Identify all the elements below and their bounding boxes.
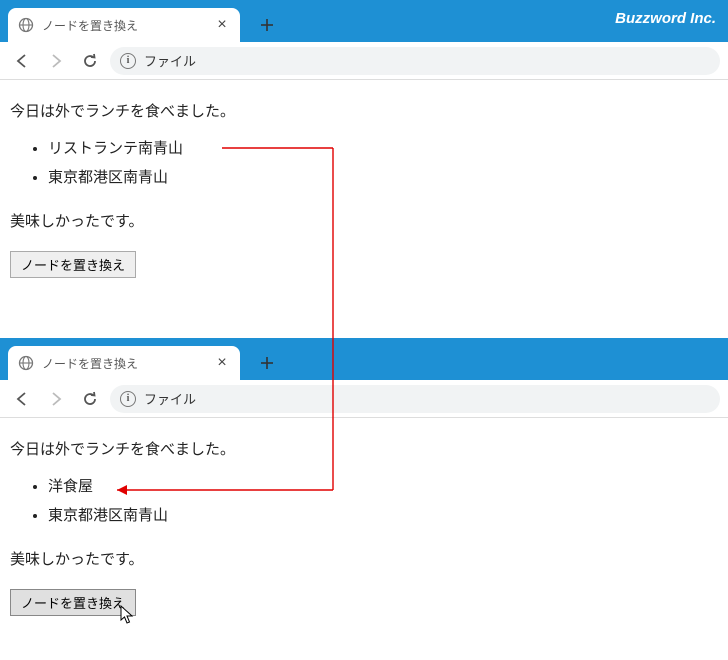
replace-node-button[interactable]: ノードを置き換え bbox=[10, 589, 136, 616]
paragraph-intro: 今日は外でランチを食べました。 bbox=[10, 436, 718, 463]
url-text: ファイル bbox=[144, 51, 196, 70]
paragraph-outro: 美味しかったです。 bbox=[10, 546, 718, 573]
list: 洋食屋 東京都港区南青山 bbox=[10, 473, 718, 530]
page-content: 今日は外でランチを食べました。 リストランテ南青山 東京都港区南青山 美味しかっ… bbox=[0, 80, 728, 297]
browser-window-before: ノードを置き換え × Buzzword Inc. i ファイル 今日は外でランチ… bbox=[0, 0, 728, 297]
new-tab-button[interactable] bbox=[252, 348, 282, 378]
close-icon[interactable]: × bbox=[214, 17, 230, 33]
url-bar[interactable]: i ファイル bbox=[110, 47, 720, 75]
back-button[interactable] bbox=[8, 385, 36, 413]
forward-button[interactable] bbox=[42, 385, 70, 413]
info-icon: i bbox=[120, 391, 136, 407]
info-icon: i bbox=[120, 53, 136, 69]
back-button[interactable] bbox=[8, 47, 36, 75]
url-text: ファイル bbox=[144, 389, 196, 408]
tab-title: ノードを置き換え bbox=[42, 355, 206, 372]
url-bar[interactable]: i ファイル bbox=[110, 385, 720, 413]
globe-icon bbox=[18, 355, 34, 371]
replace-node-button[interactable]: ノードを置き換え bbox=[10, 251, 136, 278]
tab-active[interactable]: ノードを置き換え × bbox=[8, 346, 240, 380]
tab-active[interactable]: ノードを置き換え × bbox=[8, 8, 240, 42]
reload-button[interactable] bbox=[76, 385, 104, 413]
paragraph-intro: 今日は外でランチを食べました。 bbox=[10, 98, 718, 125]
browser-window-after: ノードを置き換え × i ファイル 今日は外でランチを食べました。 洋食屋 東京… bbox=[0, 338, 728, 635]
titlebar: ノードを置き換え × bbox=[0, 338, 728, 380]
titlebar: ノードを置き換え × Buzzword Inc. bbox=[0, 0, 728, 42]
list-item: 東京都港区南青山 bbox=[48, 502, 718, 531]
list-item: 洋食屋 bbox=[48, 473, 718, 502]
list-item: リストランテ南青山 bbox=[48, 135, 718, 164]
paragraph-outro: 美味しかったです。 bbox=[10, 208, 718, 235]
forward-button[interactable] bbox=[42, 47, 70, 75]
brand-label: Buzzword Inc. bbox=[615, 10, 716, 27]
list-item: 東京都港区南青山 bbox=[48, 164, 718, 193]
toolbar: i ファイル bbox=[0, 380, 728, 418]
close-icon[interactable]: × bbox=[214, 355, 230, 371]
page-content: 今日は外でランチを食べました。 洋食屋 東京都港区南青山 美味しかったです。 ノ… bbox=[0, 418, 728, 635]
toolbar: i ファイル bbox=[0, 42, 728, 80]
globe-icon bbox=[18, 17, 34, 33]
new-tab-button[interactable] bbox=[252, 10, 282, 40]
list: リストランテ南青山 東京都港区南青山 bbox=[10, 135, 718, 192]
tab-title: ノードを置き換え bbox=[42, 17, 206, 34]
reload-button[interactable] bbox=[76, 47, 104, 75]
